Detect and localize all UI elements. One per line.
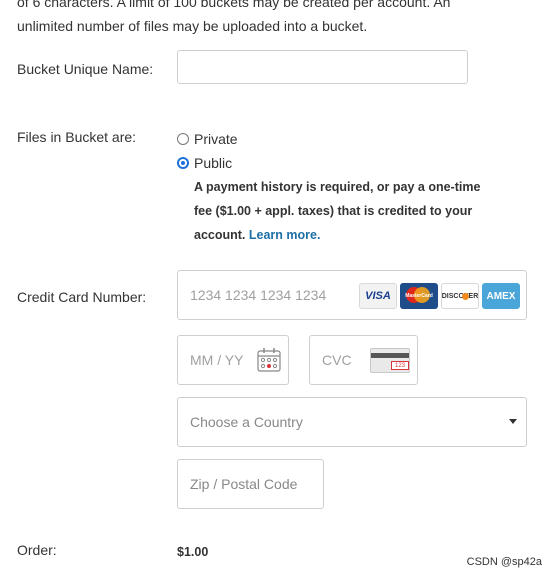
expiry-input[interactable]: MM / YY: [177, 335, 289, 385]
calendar-icon: [257, 348, 281, 372]
payment-note-line-1: A payment history is required, or pay a …: [194, 180, 481, 194]
cvc-card-icon: 123: [370, 348, 410, 373]
bucket-name-input[interactable]: [177, 50, 468, 84]
chevron-down-icon: [509, 419, 517, 424]
credit-card-label: Credit Card Number:: [17, 289, 147, 305]
mastercard-icon: MasterCard: [400, 283, 438, 309]
zip-placeholder: Zip / Postal Code: [190, 476, 298, 492]
radio-public-label: Public: [194, 155, 233, 171]
cvc-input[interactable]: CVC 123: [309, 335, 418, 385]
payment-note: A payment history is required, or pay a …: [194, 175, 524, 247]
visa-icon: VISA: [359, 283, 397, 309]
order-label: Order:: [17, 542, 57, 558]
files-access-label: Files in Bucket are:: [17, 129, 137, 145]
intro-text: of 6 characters. A limit of 100 buckets …: [17, 0, 537, 38]
zip-input[interactable]: Zip / Postal Code: [177, 459, 324, 509]
payment-note-line-3: account. Learn more.: [194, 223, 524, 247]
country-select[interactable]: Choose a Country: [177, 397, 527, 447]
amex-icon: AMEX: [482, 283, 520, 309]
expiry-placeholder: MM / YY: [190, 352, 244, 368]
radio-private[interactable]: Private: [177, 131, 238, 147]
discover-icon: DISCOVER: [441, 283, 479, 309]
cvc-placeholder: CVC: [322, 352, 352, 368]
intro-line-1: of 6 characters. A limit of 100 buckets …: [17, 0, 451, 10]
country-placeholder: Choose a Country: [190, 414, 303, 430]
radio-private-circle[interactable]: [177, 133, 189, 145]
payment-note-account: account.: [194, 228, 246, 242]
card-number-input[interactable]: 1234 1234 1234 1234 VISA MasterCard DISC…: [177, 270, 527, 320]
card-number-placeholder: 1234 1234 1234 1234: [190, 287, 327, 303]
bucket-name-label: Bucket Unique Name:: [17, 61, 154, 77]
radio-public-circle[interactable]: [177, 157, 189, 169]
learn-more-link[interactable]: Learn more.: [249, 228, 321, 242]
radio-private-label: Private: [194, 131, 238, 147]
order-amount: $1.00: [177, 545, 209, 559]
intro-line-2: unlimited number of files may be uploade…: [17, 18, 368, 34]
watermark-text: CSDN @sp42a: [466, 556, 542, 568]
payment-note-line-2: fee ($1.00 + appl. taxes) that is credit…: [194, 204, 473, 218]
radio-public[interactable]: Public: [177, 155, 232, 171]
